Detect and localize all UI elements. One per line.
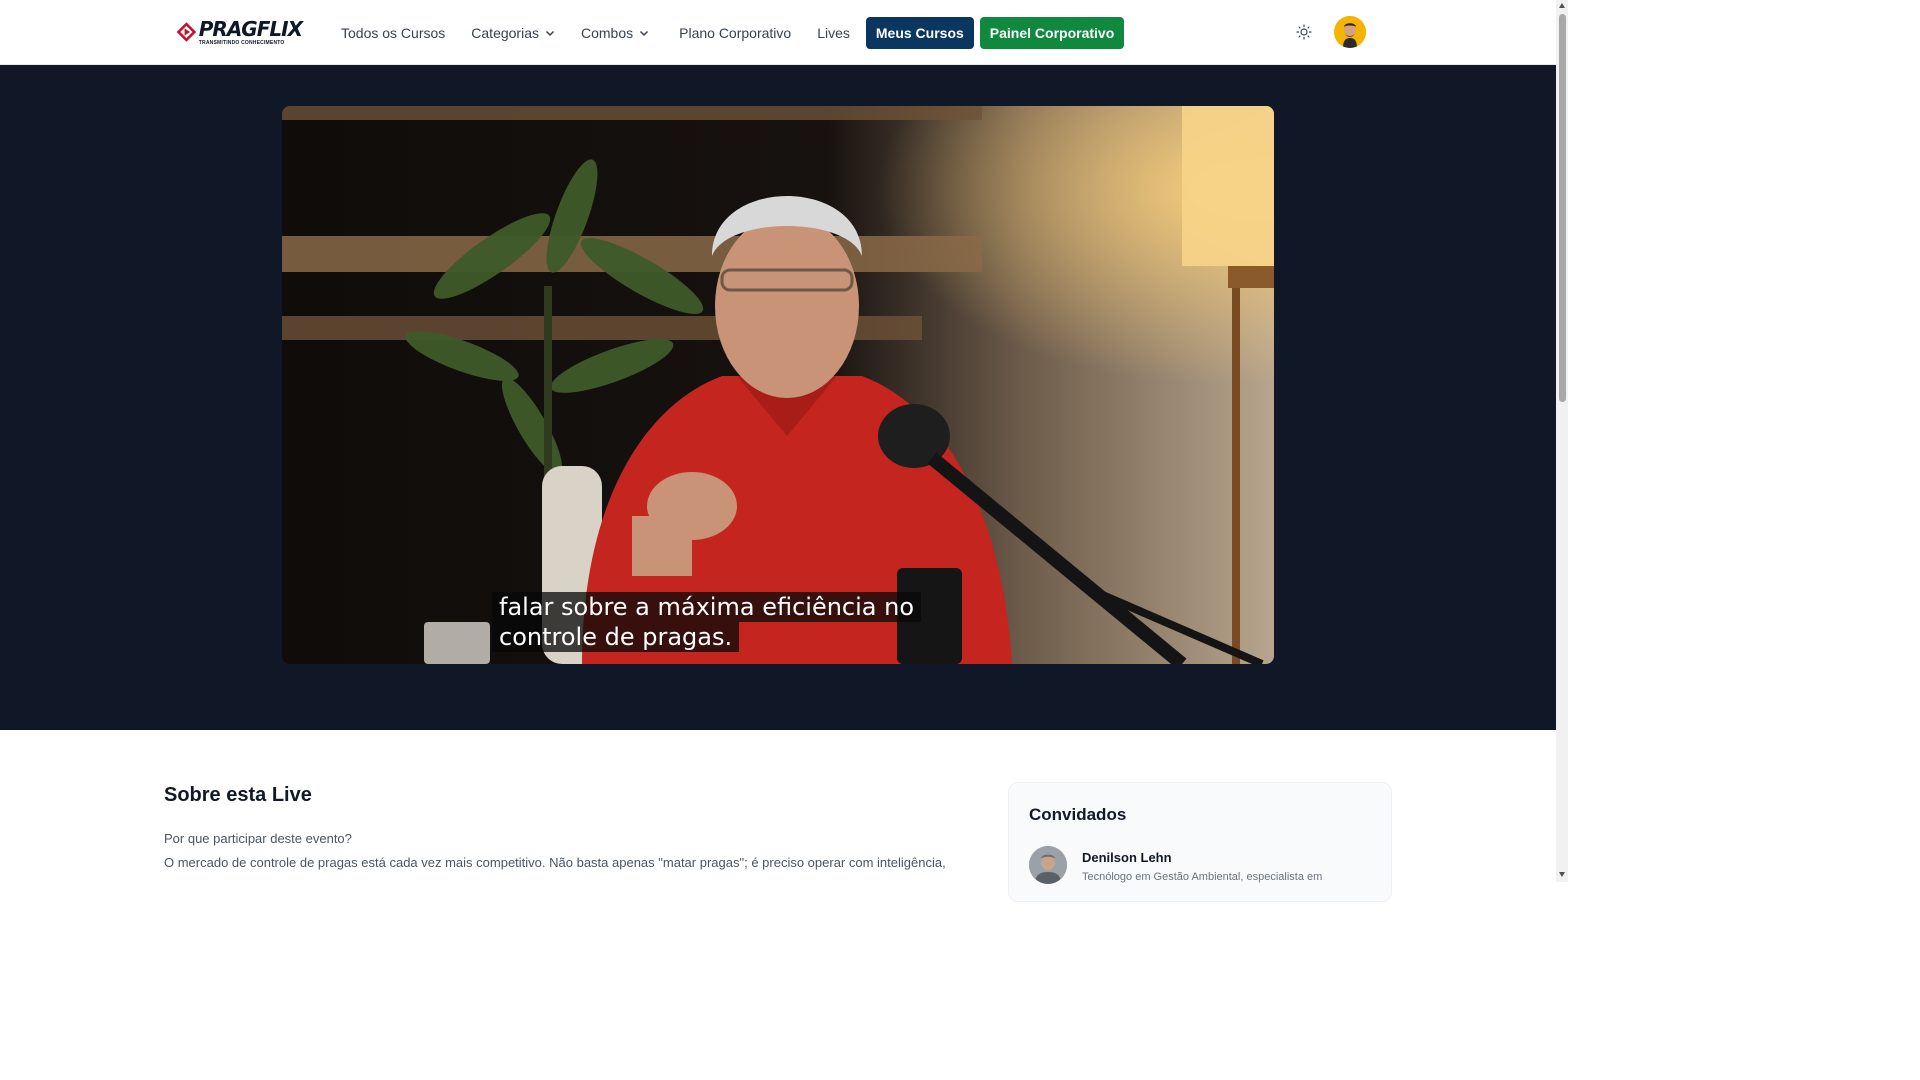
pragflix-logo[interactable]: PRAGFLIX TRANSMITINDO CONHECIMENTO: [176, 14, 303, 50]
scroll-down-arrow-icon[interactable]: [1558, 870, 1566, 878]
guest-avatar: [1029, 846, 1067, 884]
caption-line-1: falar sobre a máxima eficiência no: [492, 592, 922, 622]
guest-role: Tecnólogo em Gestão Ambiental, especiali…: [1082, 871, 1323, 883]
main-nav: Todos os Cursos Categorias Combos Plano …: [341, 16, 1125, 49]
nav-plano-corporativo[interactable]: Plano Corporativo: [679, 25, 791, 41]
live-hero-section: falar sobre a máxima eficiência no contr…: [0, 65, 1556, 730]
nav-todos-cursos[interactable]: Todos os Cursos: [341, 25, 445, 41]
scroll-up-arrow-icon[interactable]: [1558, 2, 1566, 10]
guests-title: Convidados: [1029, 805, 1127, 824]
pragflix-logo-icon: [176, 22, 197, 42]
nav-combos-label: Combos: [580, 24, 634, 41]
sun-icon[interactable]: [1296, 24, 1312, 40]
brand-tagline: TRANSMITINDO CONHECIMENTO: [198, 39, 285, 46]
about-question: Por que participar deste evento?: [164, 831, 352, 846]
painel-corporativo-button[interactable]: Painel Corporativo: [979, 16, 1125, 49]
guests-card: Convidados Denilson Lehn Tecnólogo em Ge…: [1008, 782, 1392, 902]
guest-name: Denilson Lehn: [1082, 850, 1172, 865]
guest-avatar-image: [1029, 846, 1067, 884]
user-avatar-image: [1334, 16, 1366, 48]
nav-categorias-dropdown[interactable]: Categorias: [471, 25, 555, 41]
chevron-down-icon: [545, 30, 555, 36]
meus-cursos-button[interactable]: Meus Cursos: [865, 16, 974, 49]
scrollbar-thumb[interactable]: [1559, 14, 1566, 402]
page-scrollbar[interactable]: [1556, 0, 1568, 882]
user-avatar[interactable]: [1334, 16, 1366, 48]
live-video-player[interactable]: falar sobre a máxima eficiência no contr…: [282, 106, 1274, 664]
nav-categorias-label: Categorias: [471, 24, 539, 41]
top-navbar: PRAGFLIX TRANSMITINDO CONHECIMENTO Todos…: [0, 0, 1556, 65]
brand-name: PRAGFLIX: [198, 16, 303, 41]
chevron-down-icon: [640, 30, 649, 36]
nav-lives[interactable]: Lives: [817, 25, 850, 41]
caption-line-2: controle de pragas.: [492, 622, 740, 652]
video-caption: falar sobre a máxima eficiência no contr…: [492, 592, 922, 652]
video-frame: [282, 106, 1274, 664]
about-paragraph: O mercado de controle de pragas está cad…: [164, 855, 946, 870]
nav-combos-dropdown[interactable]: Combos: [581, 25, 649, 41]
about-title: Sobre esta Live: [164, 784, 312, 806]
